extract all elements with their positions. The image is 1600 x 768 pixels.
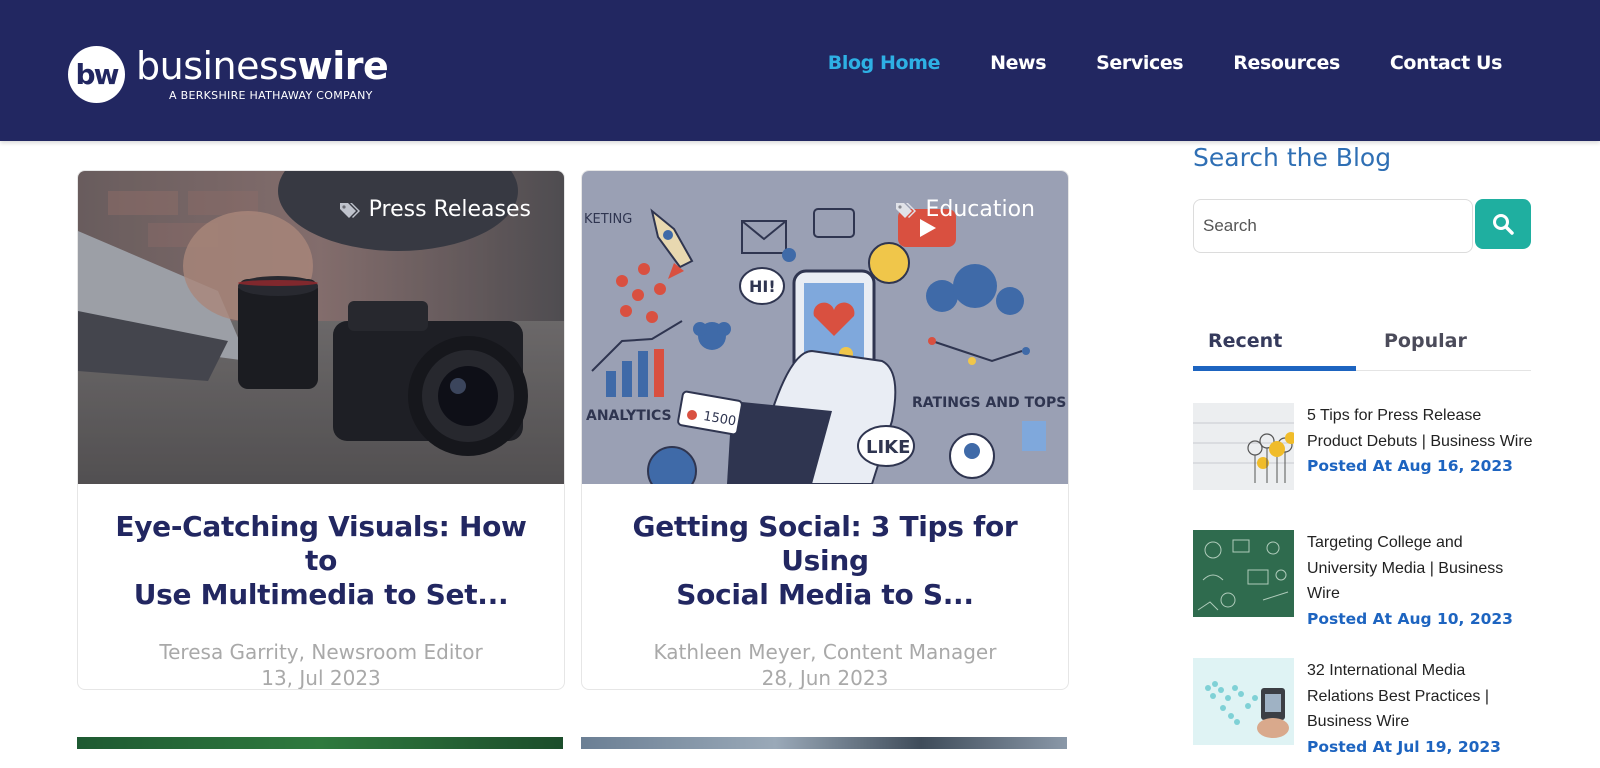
image-text-ratings: RATINGS AND TOPS	[912, 395, 1066, 411]
post-text: 32 International Media Relations Best Pr…	[1307, 658, 1533, 760]
active-tab-indicator	[1193, 366, 1356, 371]
image-text-like: LIKE	[866, 437, 910, 458]
logo-mark: bw	[68, 46, 125, 103]
card-title-line: Eye-Catching Visuals: How to	[115, 510, 527, 577]
tag-icon	[339, 202, 360, 218]
card-tag[interactable]: Press Releases	[339, 197, 531, 222]
card-title[interactable]: Eye-Catching Visuals: How to Use Multime…	[98, 510, 544, 612]
world-map-thumbnail	[1193, 658, 1294, 745]
chalkboard-thumbnail	[1193, 530, 1294, 617]
nav-contact-us[interactable]: Contact Us	[1390, 52, 1503, 74]
next-card-image[interactable]	[581, 737, 1067, 749]
blog-card[interactable]: Press Releases Eye-Catching Visuals: How…	[77, 170, 565, 690]
search-title: Search the Blog	[1193, 143, 1392, 172]
nav-resources[interactable]: Resources	[1233, 52, 1340, 74]
card-title[interactable]: Getting Social: 3 Tips for Using Social …	[602, 510, 1048, 612]
tab-popular[interactable]: Popular	[1384, 330, 1467, 352]
logo-tagline: A BERKSHIRE HATHAWAY COMPANY	[169, 89, 373, 102]
nav-news[interactable]: News	[990, 52, 1046, 74]
lightbulbs-thumbnail	[1193, 403, 1294, 490]
post-tabs: Recent Popular	[1193, 318, 1531, 371]
nav-services[interactable]: Services	[1096, 52, 1184, 74]
logo-word-business: business	[136, 44, 298, 88]
next-card-image[interactable]	[77, 737, 563, 749]
tab-recent[interactable]: Recent	[1208, 330, 1282, 352]
card-tag-label: Education	[925, 197, 1035, 222]
card-image-camera[interactable]: Press Releases	[78, 171, 564, 484]
site-header: bw businesswire A BERKSHIRE HATHAWAY COM…	[0, 0, 1600, 141]
blog-card[interactable]: KETING HI! ANALYTICS 1500 RATINGS AND TO…	[581, 170, 1069, 690]
post-title[interactable]: Targeting College and University Media |…	[1307, 530, 1533, 607]
logo-wordmark: businesswire	[136, 44, 389, 88]
image-text-marketing: KETING	[584, 212, 632, 227]
card-title-line: Social Media to S...	[676, 578, 974, 611]
businesswire-logo[interactable]: bw businesswire A BERKSHIRE HATHAWAY COM…	[68, 44, 389, 106]
logo-word-wire: wire	[297, 44, 389, 88]
card-tag[interactable]: Education	[895, 197, 1035, 222]
post-thumbnail[interactable]	[1193, 403, 1294, 490]
post-title[interactable]: 32 International Media Relations Best Pr…	[1307, 658, 1533, 735]
search-input[interactable]	[1193, 199, 1473, 253]
card-tag-label: Press Releases	[368, 197, 531, 222]
card-author: Kathleen Meyer, Content Manager	[653, 640, 997, 664]
recent-post[interactable]: 32 International Media Relations Best Pr…	[1193, 658, 1533, 768]
card-author: Teresa Garrity, Newsroom Editor	[159, 640, 483, 664]
post-text: 5 Tips for Press Release Product Debuts …	[1307, 403, 1533, 479]
search-button[interactable]	[1475, 199, 1531, 249]
card-title-line: Use Multimedia to Set...	[133, 578, 509, 611]
card-date: 13, Jul 2023	[261, 666, 381, 690]
image-text-analytics: ANALYTICS	[586, 408, 672, 424]
search-icon	[1493, 214, 1514, 235]
card-title-line: Getting Social: 3 Tips for Using	[632, 510, 1018, 577]
post-text: Targeting College and University Media |…	[1307, 530, 1533, 632]
card-date: 28, Jun 2023	[761, 666, 889, 690]
nav-blog-home[interactable]: Blog Home	[828, 52, 941, 74]
post-title[interactable]: 5 Tips for Press Release Product Debuts …	[1307, 403, 1533, 454]
post-date: Posted At Aug 10, 2023	[1307, 609, 1513, 628]
main-nav: Blog Home News Services Resources Contac…	[828, 52, 1503, 74]
recent-post[interactable]: Targeting College and University Media |…	[1193, 530, 1533, 640]
post-thumbnail[interactable]	[1193, 530, 1294, 617]
image-text-hi: HI!	[749, 277, 776, 296]
card-image-social[interactable]: KETING HI! ANALYTICS 1500 RATINGS AND TO…	[582, 171, 1068, 484]
post-thumbnail[interactable]	[1193, 658, 1294, 745]
post-date: Posted At Jul 19, 2023	[1307, 737, 1501, 756]
recent-post[interactable]: 5 Tips for Press Release Product Debuts …	[1193, 403, 1533, 513]
post-date: Posted At Aug 16, 2023	[1307, 457, 1513, 475]
tag-icon	[896, 202, 917, 218]
